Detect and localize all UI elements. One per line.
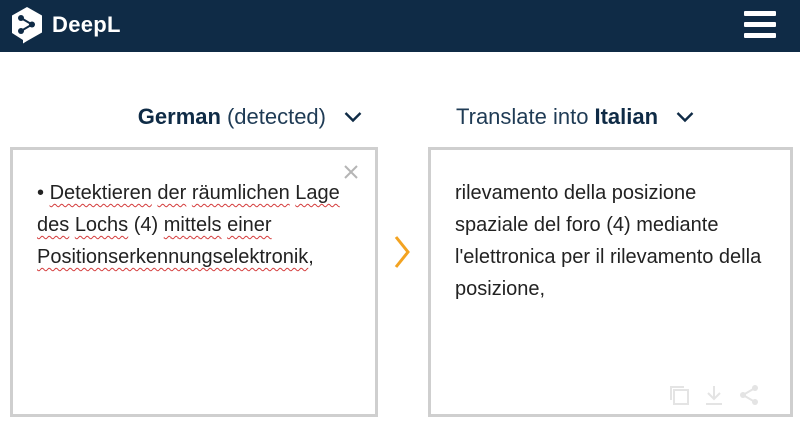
spellcheck-word: Detektieren <box>49 182 152 204</box>
chevron-down-icon <box>344 112 362 123</box>
chevron-down-icon <box>676 112 694 123</box>
target-text-panel: rilevamento della posizione spaziale del… <box>428 147 793 417</box>
detected-label: (detected) <box>226 104 326 129</box>
close-icon[interactable] <box>343 164 359 180</box>
translation-output[interactable]: rilevamento della posizione spaziale del… <box>455 177 770 305</box>
hamburger-menu-icon[interactable] <box>744 11 776 39</box>
share-icon[interactable] <box>738 384 760 406</box>
spellcheck-word: mittels <box>163 214 222 236</box>
target-language-selector[interactable]: Translate into Italian <box>456 100 694 134</box>
spellcheck-word: einer <box>227 214 272 236</box>
source-text-fragment: (4) <box>128 214 164 236</box>
spellcheck-word: Lage <box>295 182 340 204</box>
download-icon[interactable] <box>704 384 724 406</box>
spellcheck-word: Positionserkennungselektronik <box>37 246 309 268</box>
deepl-logo[interactable]: DeepL <box>10 5 121 45</box>
source-text-fragment: , <box>308 246 314 268</box>
chevron-right-icon[interactable] <box>393 235 411 269</box>
top-navigation-bar: DeepL <box>0 0 800 52</box>
source-text-panel[interactable]: • Detektieren der räumlichen Lage des Lo… <box>10 147 378 417</box>
spellcheck-word: der <box>157 182 187 204</box>
source-text-content: Detektieren der räumlichen Lage des Loch… <box>37 182 340 268</box>
output-actions <box>668 384 760 406</box>
brand-name: DeepL <box>52 12 121 37</box>
spellcheck-word: des <box>37 214 70 236</box>
translate-into-label: Translate into <box>456 104 589 129</box>
bullet-prefix: • <box>37 182 50 204</box>
spellcheck-word: räumlichen <box>191 182 290 204</box>
copy-icon[interactable] <box>668 384 690 406</box>
deepl-logo-icon <box>12 7 42 44</box>
source-language-selector[interactable]: German (detected) <box>138 100 362 134</box>
source-language-name: German <box>137 104 221 129</box>
target-language-name: Italian <box>594 104 659 129</box>
source-text-input[interactable]: • Detektieren der räumlichen Lage des Lo… <box>37 177 355 273</box>
spellcheck-word: Lochs <box>74 214 129 236</box>
